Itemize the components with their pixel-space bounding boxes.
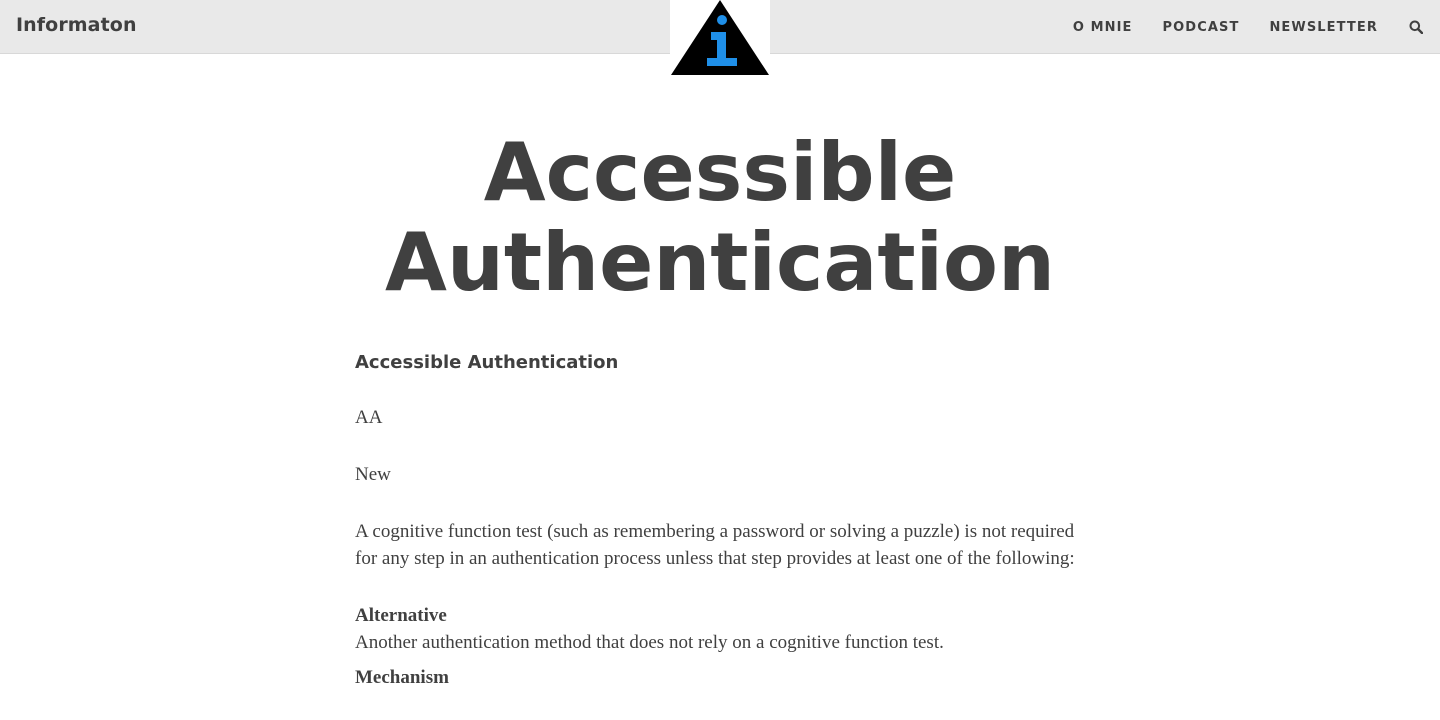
term-alternative-description: Another authentication method that does … (355, 632, 944, 653)
site-title-link[interactable]: Informaton (16, 14, 137, 36)
site-logo[interactable] (670, 0, 770, 76)
nav-item-podcast[interactable]: PODCAST (1163, 20, 1240, 35)
criterion-heading: Accessible Authentication (355, 352, 619, 373)
nav-item-o-mnie[interactable]: O MNIE (1073, 20, 1133, 35)
term-mechanism: Mechanism (355, 667, 449, 688)
info-triangle-icon (671, 0, 769, 75)
page-title: Accessible Authentication (0, 128, 1440, 308)
main-nav: O MNIE PODCAST NEWSLETTER (1073, 0, 1440, 54)
criterion-description: A cognitive function test (such as remem… (355, 521, 1075, 569)
status-label: New (355, 464, 391, 485)
search-button[interactable] (1408, 19, 1424, 35)
page-title-line-2: Authentication (385, 216, 1055, 309)
page-title-line-1: Accessible (483, 126, 957, 219)
conformance-level: AA (355, 407, 383, 428)
search-icon (1409, 20, 1423, 34)
article-content: Accessible Authentication AA New A cogni… (355, 350, 1085, 691)
nav-item-newsletter[interactable]: NEWSLETTER (1269, 20, 1378, 35)
term-alternative: Alternative (355, 605, 447, 626)
